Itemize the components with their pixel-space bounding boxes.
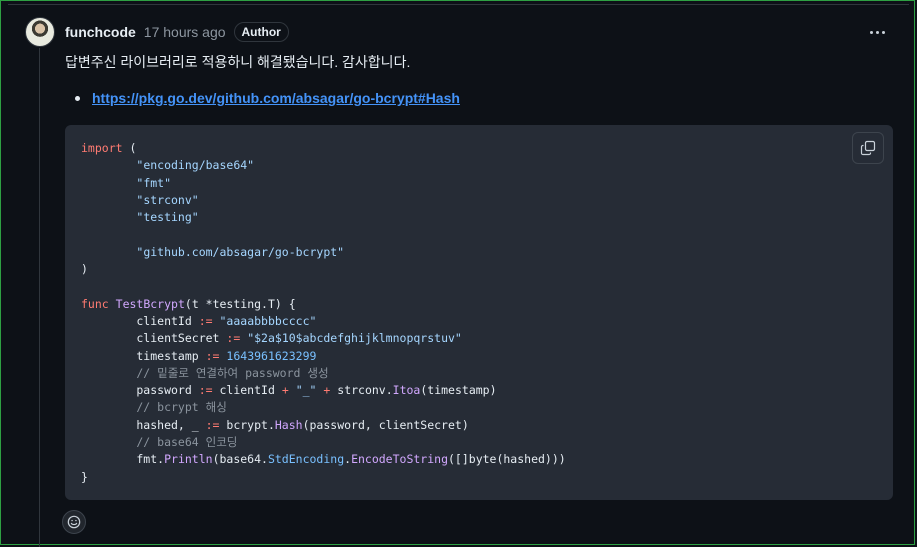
copy-icon[interactable] (852, 132, 884, 164)
thread-line (39, 48, 40, 547)
code-line: ) (81, 262, 88, 277)
author-badge: Author (233, 22, 289, 42)
code-block: import ( "encoding/base64" "fmt" "strcon… (65, 125, 893, 500)
code-line: "fmt" (136, 175, 172, 190)
comment-header: funchcode 17 hours ago Author (65, 21, 289, 43)
code-line: import ( (81, 141, 137, 155)
smiley-icon-svg (67, 515, 81, 529)
copy-icon-svg (860, 140, 876, 156)
code-line: hashed, _ := bcrypt.Hash(password, clien… (81, 417, 469, 432)
pkg-link[interactable]: https://pkg.go.dev/github.com/absagar/go… (92, 90, 460, 106)
bullet-icon (75, 95, 80, 101)
avatar[interactable] (25, 17, 55, 47)
divider (8, 4, 909, 5)
link-list-item: https://pkg.go.dev/github.com/absagar/go… (75, 90, 460, 106)
code-line: password := clientId + "_" + strconv.Ito… (81, 383, 497, 398)
code-line: func TestBcrypt(t *testing.T) { (81, 296, 296, 311)
code-line: // base64 인코딩 (81, 435, 238, 450)
code-line: clientId := "aaaabbbbcccc" (81, 313, 317, 328)
code-line: fmt.Println(base64.StdEncoding.EncodeToS… (81, 452, 566, 467)
author-name[interactable]: funchcode (65, 24, 136, 40)
code-line: } (81, 469, 88, 484)
comment-body: 답변주신 라이브러리로 적용하니 해결됐습니다. 감사합니다. (65, 54, 411, 70)
code-line: "encoding/base64" (136, 158, 255, 173)
code-content: import ( "encoding/base64" "fmt" "strcon… (81, 140, 566, 486)
timestamp[interactable]: 17 hours ago (144, 24, 226, 40)
code-line: // 밑줄로 연결하여 password 생성 (81, 365, 329, 380)
kebab-horizontal-icon[interactable] (866, 23, 888, 41)
code-line: clientSecret := "$2a$10$abcdefghijklmnop… (81, 331, 462, 346)
smiley-icon[interactable] (62, 510, 86, 534)
code-line: "strconv" (136, 192, 199, 207)
code-line: "testing" (136, 210, 199, 225)
code-line: "github.com/absagar/go-bcrypt" (136, 244, 345, 259)
code-line: // bcrypt 해싱 (81, 400, 227, 415)
code-line: timestamp := 1643961623299 (81, 348, 317, 363)
